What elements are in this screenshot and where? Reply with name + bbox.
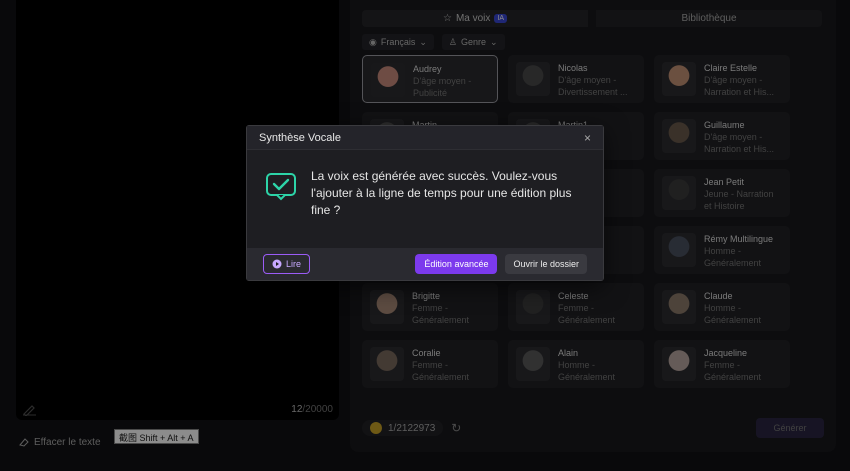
advanced-edit-button[interactable]: Édition avancée xyxy=(415,254,498,274)
close-icon[interactable]: × xyxy=(584,131,591,145)
app-window: 12/20000 Effacer le texte 截图 Shift + Alt… xyxy=(0,0,850,471)
play-icon xyxy=(272,259,282,269)
dialog-title: Synthèse Vocale xyxy=(259,131,341,144)
open-folder-button[interactable]: Ouvrir le dossier xyxy=(505,254,587,274)
play-button[interactable]: Lire xyxy=(263,254,311,274)
dialog-footer: Lire Édition avancée Ouvrir le dossier xyxy=(247,248,603,280)
dialog-body: La voix est générée avec succès. Voulez-… xyxy=(247,150,603,250)
dialog-actions: Édition avancée Ouvrir le dossier xyxy=(415,254,587,274)
dialog-header: Synthèse Vocale × xyxy=(247,126,603,150)
dialog-message: La voix est générée avec succès. Voulez-… xyxy=(311,169,572,217)
tts-dialog: Synthèse Vocale × La voix est générée av… xyxy=(246,125,604,281)
play-label: Lire xyxy=(286,259,302,269)
success-check-icon xyxy=(266,173,296,201)
